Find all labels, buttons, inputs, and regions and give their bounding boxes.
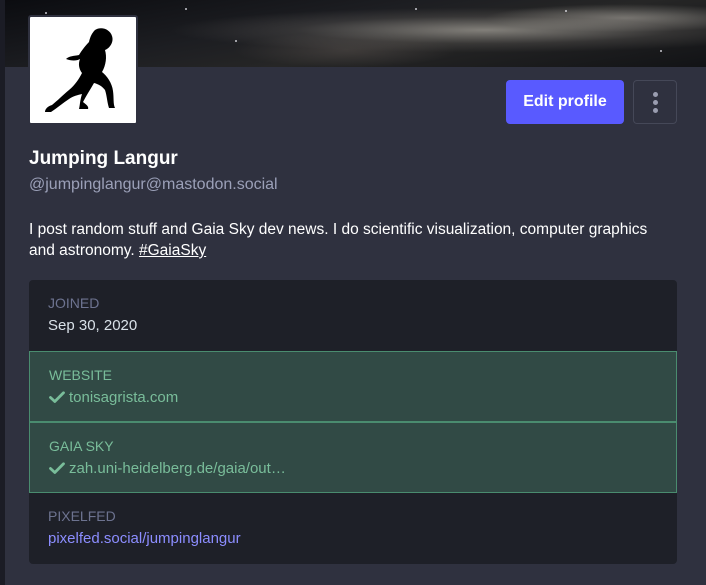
more-options-button[interactable]	[633, 80, 677, 124]
more-vertical-icon-dot	[652, 99, 658, 105]
field-value: Sep 30, 2020	[48, 317, 138, 334]
langur-silhouette-icon	[45, 28, 115, 112]
pixelfed-link[interactable]: pixelfed.social/jumpinglangur	[48, 530, 241, 547]
check-icon	[49, 462, 65, 474]
field-label: WEBSITE	[49, 367, 113, 383]
profile-page: Edit profile Jumping Langur @jumpinglang…	[0, 0, 706, 585]
gaia-sky-link[interactable]: zah.uni-heidelberg.de/gaia/out…	[69, 460, 286, 477]
more-vertical-icon-dot	[652, 107, 658, 113]
field-website: WEBSITE tonisagrista.com	[29, 351, 677, 422]
check-icon	[49, 391, 65, 403]
avatar[interactable]	[28, 15, 138, 125]
field-value: zah.uni-heidelberg.de/gaia/out…	[49, 460, 286, 477]
account-handle: @jumpinglangur@mastodon.social	[29, 176, 278, 193]
more-vertical-icon	[652, 91, 658, 97]
hashtag-link[interactable]: #GaiaSky	[139, 242, 206, 259]
profile-fields: JOINED Sep 30, 2020 WEBSITE tonisagrista…	[29, 280, 677, 564]
field-label: GAIA SKY	[49, 438, 114, 454]
field-label: PIXELFED	[48, 508, 116, 524]
field-joined: JOINED Sep 30, 2020	[29, 280, 677, 351]
field-value: tonisagrista.com	[49, 389, 178, 406]
display-name: Jumping Langur	[29, 148, 178, 169]
field-value: pixelfed.social/jumpinglangur	[48, 530, 241, 547]
profile-bio: I post random stuff and Gaia Sky dev new…	[29, 219, 669, 261]
website-link[interactable]: tonisagrista.com	[69, 389, 178, 406]
edit-profile-button[interactable]: Edit profile	[506, 80, 624, 124]
field-pixelfed: PIXELFED pixelfed.social/jumpinglangur	[29, 493, 677, 564]
field-gaia-sky: GAIA SKY zah.uni-heidelberg.de/gaia/out…	[29, 422, 677, 493]
field-label: JOINED	[48, 295, 100, 311]
bio-text: I post random stuff and Gaia Sky dev new…	[29, 221, 648, 259]
